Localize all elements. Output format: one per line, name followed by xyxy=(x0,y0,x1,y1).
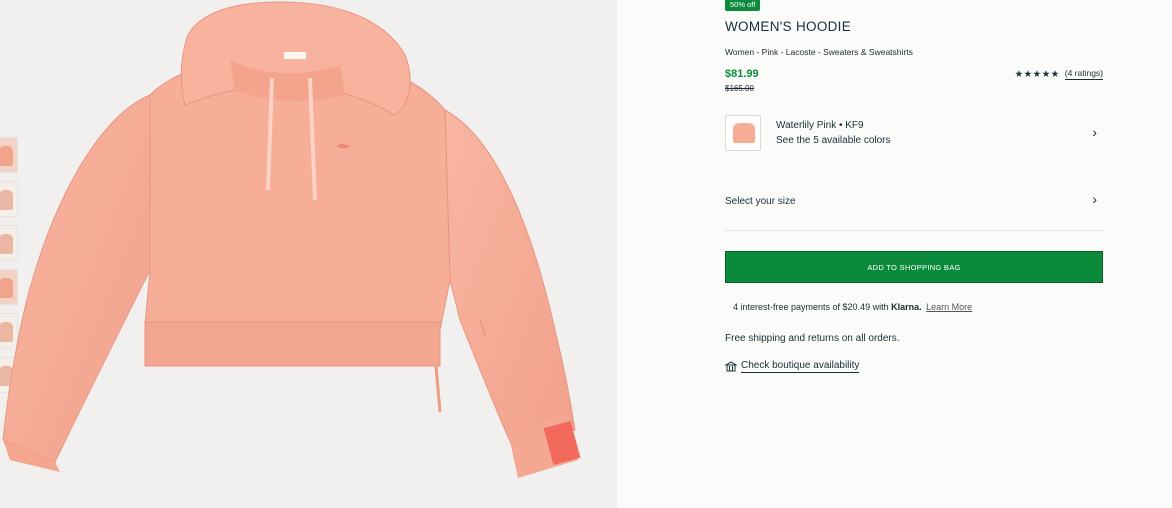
shipping-info: Free shipping and returns on all orders. xyxy=(725,333,900,344)
discount-badge: 50% off xyxy=(725,0,761,11)
learn-more-link[interactable]: Learn More xyxy=(926,302,972,312)
klarna-text: 4 interest-free payments of $20.49 with xyxy=(733,302,889,312)
product-title: WOMEN'S HOODIE xyxy=(725,19,852,34)
star-icon: ★★★★★ xyxy=(1014,68,1060,80)
color-selector[interactable]: Waterlily Pink • KF9 See the 5 available… xyxy=(725,114,1103,154)
ratings-link[interactable]: (4 ratings) xyxy=(1064,68,1103,80)
product-image xyxy=(2,1,581,478)
divider xyxy=(725,230,1103,231)
breadcrumb: Women - Pink - Lacoste - Sweaters & Swea… xyxy=(725,47,913,57)
boutique-link-text: Check boutique availability xyxy=(741,360,860,373)
add-to-bag-button[interactable]: ADD TO SHOPPING BAG xyxy=(725,251,1103,283)
chevron-right-icon: › xyxy=(1092,124,1097,140)
size-label: Select your size xyxy=(725,196,796,207)
color-swatch xyxy=(725,115,761,151)
boutique-availability-link[interactable]: Check boutique availability xyxy=(725,360,860,373)
store-icon xyxy=(725,361,737,372)
klarna-message: 4 interest-free payments of $20.49 with … xyxy=(733,302,972,312)
product-details: 50% off WOMEN'S HOODIE Women - Pink - La… xyxy=(725,0,1103,508)
klarna-logo: Klarna. xyxy=(891,302,922,312)
available-colors-text: See the 5 available colors xyxy=(776,135,891,146)
chevron-right-icon: › xyxy=(1092,191,1097,207)
rating-summary: ★★★★★ (4 ratings) xyxy=(1015,68,1103,80)
color-name: Waterlily Pink • KF9 xyxy=(776,120,864,131)
size-selector[interactable]: Select your size › xyxy=(725,188,1103,216)
original-price: $165.00 xyxy=(725,84,754,93)
product-gallery xyxy=(0,0,617,508)
sale-price: $81.99 xyxy=(725,68,759,80)
